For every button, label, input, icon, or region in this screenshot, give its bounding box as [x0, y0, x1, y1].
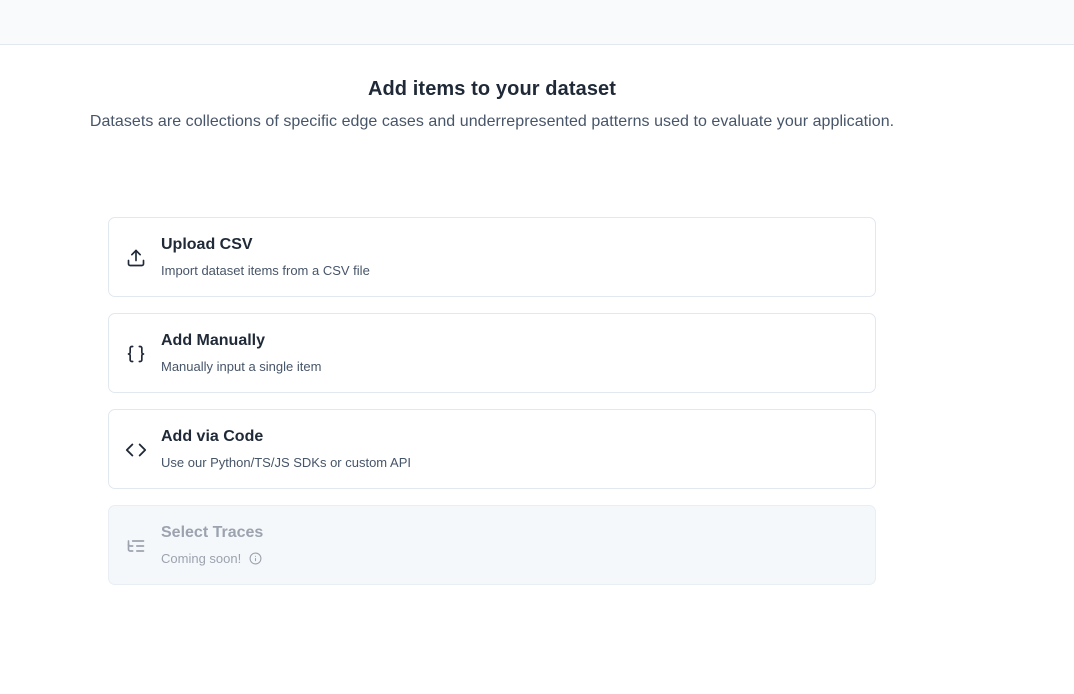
option-label: Upload CSV [161, 236, 253, 253]
add-via-code-option[interactable]: Add via Code Use our Python/TS/JS SDKs o… [108, 409, 876, 489]
page-header: Add items to your dataset Datasets are c… [0, 78, 984, 131]
code-icon [125, 439, 147, 461]
option-description: Import dataset items from a CSV file [161, 263, 370, 278]
option-label: Add Manually [161, 332, 266, 349]
list-tree-icon [125, 535, 147, 557]
upload-icon [125, 247, 147, 269]
upload-csv-option[interactable]: Upload CSV Import dataset items from a C… [108, 217, 876, 297]
option-description: Manually input a single item [161, 359, 321, 374]
option-label: Select Traces [161, 524, 264, 541]
option-label: Add via Code [161, 428, 264, 445]
option-description-text: Import dataset items from a CSV file [161, 263, 370, 278]
braces-icon [125, 343, 147, 365]
option-description-text: Use our Python/TS/JS SDKs or custom API [161, 455, 411, 470]
option-description: Coming soon! [161, 551, 262, 566]
option-description-text: Coming soon! [161, 551, 242, 566]
top-bar [0, 0, 1074, 45]
add-manually-option[interactable]: Add Manually Manually input a single ite… [108, 313, 876, 393]
add-options-list: Upload CSV Import dataset items from a C… [108, 217, 876, 601]
info-icon[interactable] [249, 552, 262, 565]
select-traces-option: Select Traces Coming soon! [108, 505, 876, 585]
page-subtitle: Datasets are collections of specific edg… [89, 113, 895, 130]
page-title: Add items to your dataset [367, 78, 617, 100]
option-description: Use our Python/TS/JS SDKs or custom API [161, 455, 411, 470]
option-description-text: Manually input a single item [161, 359, 322, 374]
